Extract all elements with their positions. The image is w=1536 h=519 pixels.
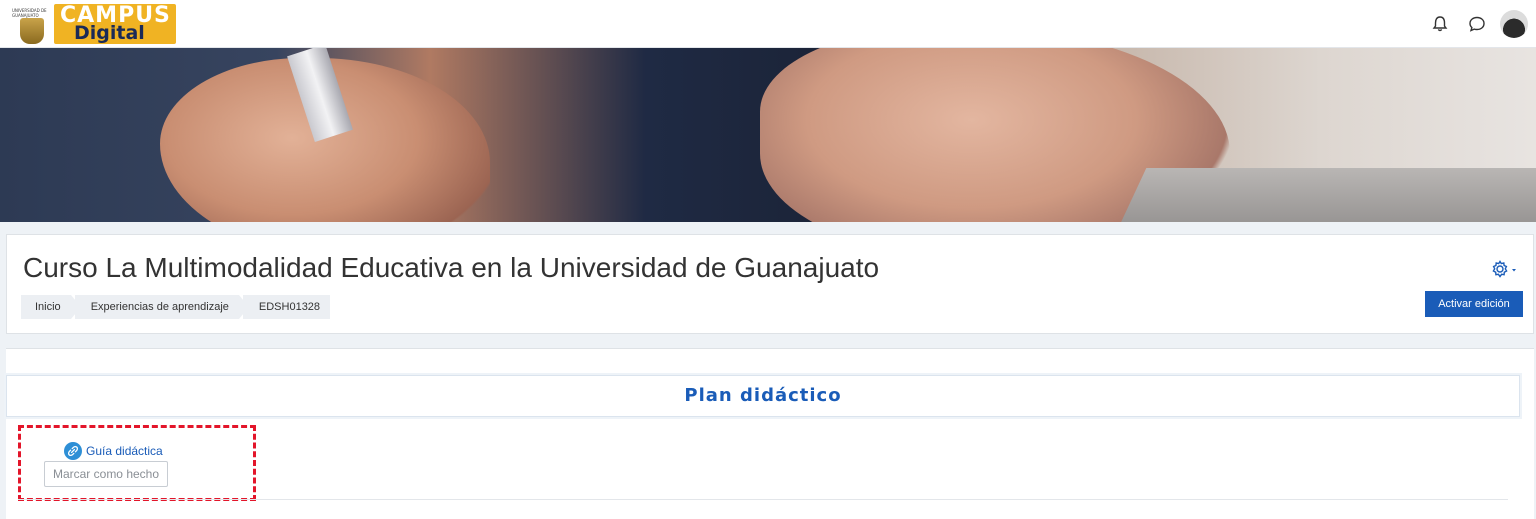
chevron-down-icon xyxy=(1512,269,1516,272)
breadcrumb-item-course-code[interactable]: EDSH01328 xyxy=(242,295,331,319)
course-content: Plan didáctico Guía didáctica Marcar com… xyxy=(6,348,1534,519)
university-name: UNIVERSIDAD DE GUANAJUATO xyxy=(12,8,47,18)
section-divider xyxy=(18,499,1508,500)
url-link-icon xyxy=(64,442,82,460)
university-shield-icon xyxy=(20,18,44,44)
bell-icon[interactable] xyxy=(1430,14,1450,34)
breadcrumb-item-experiencias[interactable]: Experiencias de aprendizaje xyxy=(74,295,250,319)
activity-link-guia-didactica[interactable]: Guía didáctica xyxy=(86,444,163,458)
page-title: Curso La Multimodalidad Educativa en la … xyxy=(23,252,880,283)
banner-laptop xyxy=(1113,168,1536,222)
university-logo[interactable]: UNIVERSIDAD DE GUANAJUATO xyxy=(6,4,48,44)
chat-icon[interactable] xyxy=(1467,14,1487,34)
course-banner-image xyxy=(0,48,1536,222)
breadcrumb: Inicio Experiencias de aprendizaje EDSH0… xyxy=(21,295,334,319)
activar-edicion-button[interactable]: Activar edición xyxy=(1425,291,1523,317)
activity-guia-didactica[interactable]: Guía didáctica xyxy=(64,441,163,461)
gear-icon[interactable] xyxy=(1491,259,1519,279)
user-avatar[interactable] xyxy=(1500,10,1528,38)
logo-digital-text: Digital xyxy=(74,22,145,44)
section-header: Plan didáctico xyxy=(6,375,1520,417)
marcar-como-hecho-button[interactable]: Marcar como hecho xyxy=(44,461,168,487)
page-header: Curso La Multimodalidad Educativa en la … xyxy=(6,234,1534,334)
breadcrumb-item-inicio[interactable]: Inicio xyxy=(21,295,81,319)
section-title[interactable]: Plan didáctico xyxy=(7,385,1519,406)
campus-digital-logo[interactable]: CAMPUS Digital xyxy=(54,4,176,44)
top-navbar: UNIVERSIDAD DE GUANAJUATO CAMPUS Digital xyxy=(0,0,1536,48)
